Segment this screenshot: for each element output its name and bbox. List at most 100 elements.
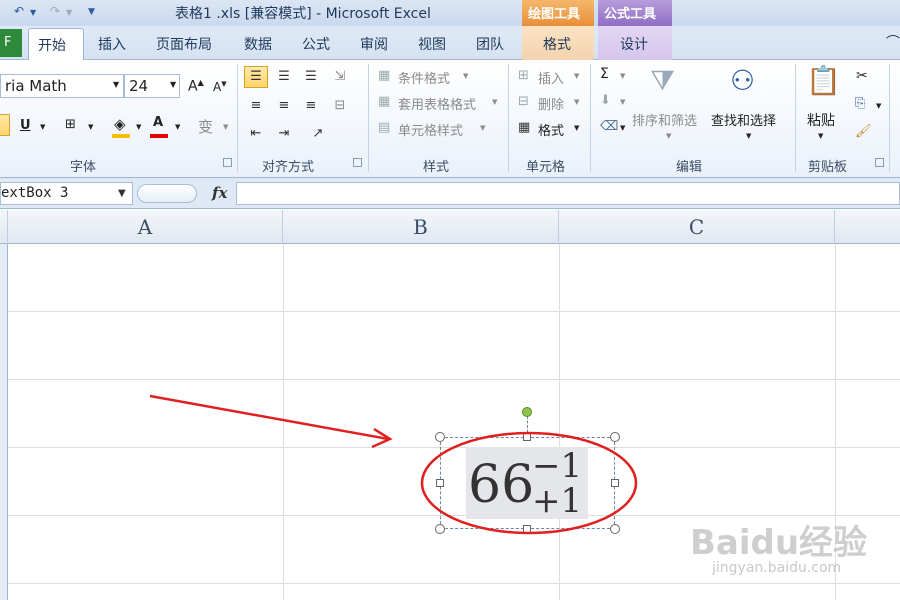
- insert-cells-dropdown-icon[interactable]: ▼: [574, 72, 579, 80]
- fill-dropdown-icon[interactable]: ▼: [620, 98, 625, 106]
- sort-filter-dropdown-icon[interactable]: ▼: [666, 132, 671, 140]
- decrease-indent-button[interactable]: ⇤: [244, 123, 268, 145]
- phonetic-icon[interactable]: 变: [198, 116, 213, 137]
- tab-file[interactable]: F: [0, 29, 22, 57]
- formula-input[interactable]: [236, 182, 900, 205]
- cut-icon[interactable]: ✂: [856, 68, 868, 84]
- borders-icon[interactable]: ⊞: [65, 117, 76, 132]
- resize-handle-top[interactable]: [523, 433, 531, 441]
- merge-center-button[interactable]: ⊟: [328, 95, 352, 117]
- tab-view[interactable]: 视图: [418, 34, 446, 54]
- font-name-combobox[interactable]: ria Math: [0, 74, 124, 98]
- group-label-font: 字体: [70, 160, 97, 175]
- underline-icon[interactable]: U: [20, 118, 31, 133]
- wrap-text-button[interactable]: ⇲: [328, 66, 352, 88]
- annotation-arrow: [149, 394, 389, 441]
- group-separator: [795, 64, 796, 172]
- align-bottom-button[interactable]: ☰: [299, 66, 323, 88]
- delete-cells-dropdown-icon[interactable]: ▼: [574, 98, 579, 106]
- find-select-dropdown-icon[interactable]: ▼: [746, 132, 751, 140]
- resize-handle-bottom[interactable]: [523, 525, 531, 533]
- column-header-d[interactable]: [835, 210, 900, 244]
- resize-handle-left[interactable]: [436, 479, 444, 487]
- align-middle-button[interactable]: ☰: [272, 66, 296, 88]
- fill-color-icon[interactable]: ◈: [114, 115, 126, 133]
- autosum-dropdown-icon[interactable]: ▼: [620, 72, 625, 80]
- resize-handle-right[interactable]: [611, 479, 619, 487]
- font-color-dropdown-icon[interactable]: ▼: [175, 123, 180, 131]
- conditional-format-dropdown-icon[interactable]: ▼: [463, 72, 468, 80]
- copy-icon[interactable]: ⎘: [855, 96, 865, 111]
- undo-dropdown-icon[interactable]: ▼: [30, 8, 36, 17]
- conditional-format-icon: ▦: [378, 68, 391, 83]
- tab-design[interactable]: 设计: [620, 34, 648, 54]
- clear-dropdown-icon[interactable]: ▼: [620, 124, 625, 132]
- autosum-icon[interactable]: Σ: [600, 66, 609, 82]
- redo-icon[interactable]: ↷: [50, 4, 60, 18]
- column-header-c[interactable]: C: [559, 210, 835, 244]
- font-color-icon[interactable]: A: [153, 115, 163, 130]
- name-box-dropdown-icon[interactable]: ▼: [118, 188, 126, 199]
- shrink-font-icon[interactable]: A▼: [213, 80, 227, 94]
- align-center-button[interactable]: ≡: [272, 95, 296, 117]
- tab-team[interactable]: 团队: [476, 34, 504, 54]
- increase-indent-button[interactable]: ⇥: [272, 123, 296, 145]
- paste-dropdown-icon[interactable]: ▼: [818, 132, 823, 140]
- borders-dropdown-icon[interactable]: ▼: [88, 123, 93, 131]
- format-cells-button[interactable]: 格式: [538, 120, 564, 139]
- font-name-dropdown-icon[interactable]: ▼: [113, 80, 119, 89]
- rotation-handle[interactable]: [522, 407, 532, 417]
- customize-toolbar-icon[interactable]: ▼: [88, 7, 95, 17]
- format-as-table-button[interactable]: 套用表格格式: [398, 94, 476, 113]
- clear-icon[interactable]: ⌫: [600, 119, 618, 134]
- tab-home[interactable]: 开始: [28, 28, 84, 61]
- help-icon[interactable]: ⌒: [886, 32, 900, 52]
- bold-button[interactable]: [0, 114, 10, 136]
- grow-font-icon[interactable]: A▲: [188, 78, 204, 95]
- conditional-format-button[interactable]: 条件格式: [398, 68, 450, 87]
- tab-insert[interactable]: 插入: [98, 34, 126, 54]
- font-dialog-launcher-icon[interactable]: [223, 158, 232, 167]
- orientation-button[interactable]: ↗: [306, 123, 330, 145]
- format-painter-icon[interactable]: 🖌: [855, 124, 872, 139]
- column-header-a[interactable]: A: [8, 210, 283, 244]
- sort-filter-button[interactable]: 排序和筛选: [632, 110, 697, 129]
- gridline: [8, 583, 900, 584]
- tab-data[interactable]: 数据: [244, 34, 272, 54]
- font-size-dropdown-icon[interactable]: ▼: [170, 80, 176, 89]
- tab-format[interactable]: 格式: [543, 34, 571, 54]
- align-left-button[interactable]: ≡: [244, 95, 268, 117]
- insert-function-icon[interactable]: fx: [212, 184, 227, 202]
- phonetic-dropdown-icon[interactable]: ▼: [223, 123, 228, 131]
- cell-styles-button[interactable]: 单元格样式: [398, 120, 463, 139]
- resize-handle-top-left[interactable]: [435, 432, 445, 442]
- insert-cells-button[interactable]: 插入: [538, 68, 564, 87]
- clipboard-dialog-launcher-icon[interactable]: [875, 158, 884, 167]
- resize-handle-bottom-left[interactable]: [435, 524, 445, 534]
- tab-formulas[interactable]: 公式: [302, 34, 330, 54]
- copy-dropdown-icon[interactable]: ▼: [876, 102, 881, 110]
- column-header-b[interactable]: B: [283, 210, 559, 244]
- paste-button[interactable]: 粘贴: [807, 110, 835, 130]
- underline-dropdown-icon[interactable]: ▼: [40, 123, 45, 131]
- name-box[interactable]: extBox 3: [0, 182, 133, 205]
- fill-color-dropdown-icon[interactable]: ▼: [136, 123, 141, 131]
- undo-icon[interactable]: ↶: [14, 4, 24, 18]
- tab-page-layout[interactable]: 页面布局: [156, 34, 212, 54]
- fill-icon[interactable]: ⬇: [600, 93, 611, 108]
- format-as-table-dropdown-icon[interactable]: ▼: [492, 98, 497, 106]
- resize-handle-top-right[interactable]: [610, 432, 620, 442]
- align-top-button[interactable]: ☰: [244, 66, 268, 88]
- row-headers[interactable]: [0, 244, 8, 600]
- tab-review[interactable]: 审阅: [360, 34, 388, 54]
- alignment-dialog-launcher-icon[interactable]: [353, 158, 362, 167]
- resize-handle-bottom-right[interactable]: [610, 524, 620, 534]
- find-select-button[interactable]: 查找和选择: [711, 110, 776, 129]
- redo-dropdown-icon[interactable]: ▼: [66, 8, 72, 17]
- format-cells-dropdown-icon[interactable]: ▼: [574, 124, 579, 132]
- watermark-logo: Baidu经验: [690, 523, 868, 563]
- align-right-button[interactable]: ≡: [299, 95, 323, 117]
- cell-styles-dropdown-icon[interactable]: ▼: [480, 124, 485, 132]
- delete-cells-button[interactable]: 删除: [538, 94, 564, 113]
- corner-select-all[interactable]: [0, 210, 8, 244]
